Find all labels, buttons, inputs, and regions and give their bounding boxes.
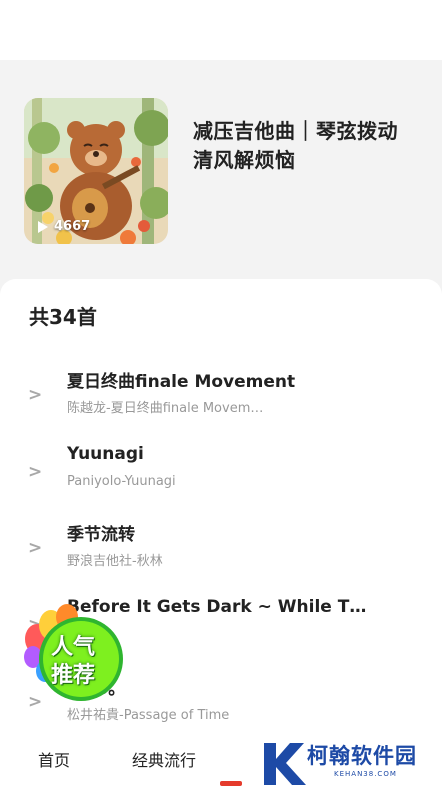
popular-recommend-badge[interactable]: 人气 推荐 xyxy=(23,603,125,703)
chevron-right-icon: > xyxy=(28,538,43,558)
track-title: 夏日终曲finale Movement xyxy=(67,372,296,392)
nav-active-indicator xyxy=(220,781,242,786)
play-count: 4667 xyxy=(38,219,90,234)
track-artist: 陈越龙-夏日终曲finale Movem… xyxy=(67,401,264,416)
playlist-header: 4667 减压吉他曲｜琴弦拨动清风解烦恼 xyxy=(0,60,442,280)
nav-item-home[interactable]: 首页 xyxy=(38,747,70,771)
status-bar xyxy=(0,0,442,60)
playlist-cover[interactable]: 4667 xyxy=(24,98,168,244)
chevron-right-icon: > xyxy=(28,462,43,482)
track-artist: Paniyolo-Yuunagi xyxy=(67,474,176,489)
track-artist: 野浪吉他社-秋林 xyxy=(67,554,163,569)
track-title: Yuunagi xyxy=(67,444,144,464)
play-icon xyxy=(38,220,48,233)
watermark: 柯翰软件园 KEHAN38.COM xyxy=(242,737,442,787)
watermark-text: 柯翰软件园 xyxy=(307,744,417,768)
nav-item-classic-pop[interactable]: 经典流行 xyxy=(132,747,196,771)
track-count-label: 共34首 xyxy=(29,305,97,329)
watermark-url: KEHAN38.COM xyxy=(334,770,397,778)
playlist-title: 减压吉他曲｜琴弦拨动清风解烦恼 xyxy=(193,119,398,172)
track-row[interactable]: > Yuunagi Paniyolo-Yuunagi xyxy=(0,444,442,504)
track-artist: 松井祐貴-Passage of Time xyxy=(67,708,230,723)
track-row[interactable]: > 季节流转 野浪吉他社-秋林 xyxy=(0,520,442,580)
track-row[interactable]: > 夏日终曲finale Movement 陈越龙-夏日终曲finale Mov… xyxy=(0,367,442,427)
track-title: 季节流转 xyxy=(67,525,135,545)
chevron-right-icon: > xyxy=(28,385,43,405)
play-count-value: 4667 xyxy=(54,219,91,234)
badge-line2: 推荐 xyxy=(51,663,96,688)
